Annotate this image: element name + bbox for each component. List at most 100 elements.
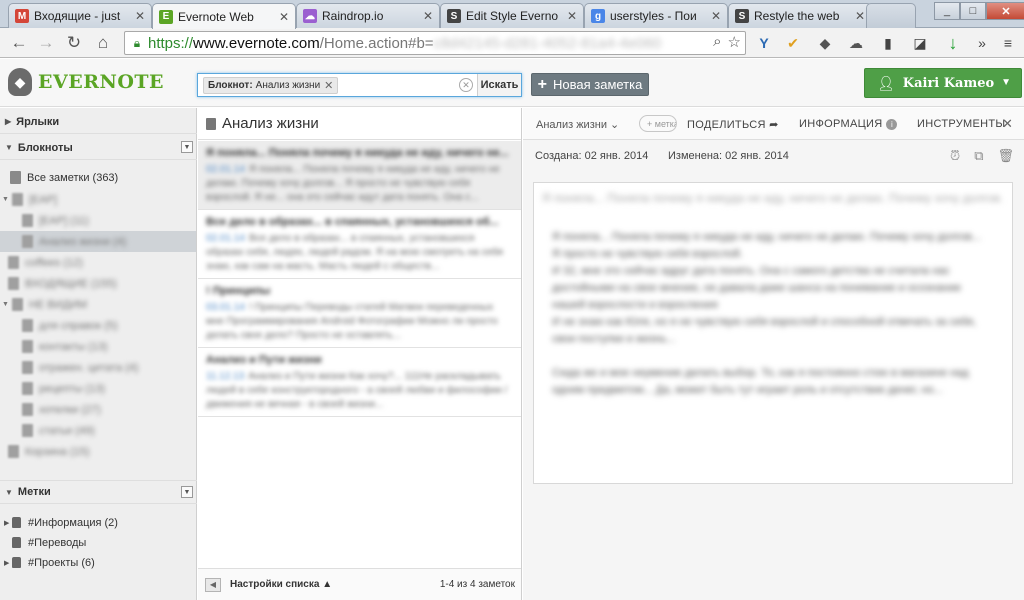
browser-tab[interactable]: M Входящие - just ✕ xyxy=(8,3,152,28)
tab-label: Restyle the web xyxy=(754,9,840,23)
sidebar-item-notebook[interactable]: ВХОДЯЩИЕ (155) xyxy=(0,273,196,294)
close-tab-icon[interactable]: ✕ xyxy=(423,9,433,23)
zoom-icon[interactable]: ⌕ xyxy=(713,33,721,51)
note-notebook-selector[interactable]: Анализ жизни ⌄ xyxy=(536,118,619,131)
modified-date: Изменена: 02 янв. 2014 xyxy=(668,150,789,162)
close-tab-icon[interactable]: ✕ xyxy=(135,9,145,23)
list-settings-button[interactable]: Настройки списка ▲ xyxy=(230,579,332,590)
sidebar-item-notebook[interactable]: Корзина (15) xyxy=(0,441,196,462)
sidebar-item-notebook[interactable]: отражен. цитата (4) xyxy=(0,357,196,378)
clear-search-icon[interactable]: ✕ xyxy=(459,78,473,92)
note-view: Анализ жизни ⌄ + метка ПОДЕЛИТЬСЯ ➦ ИНФО… xyxy=(523,108,1024,600)
collapse-list-icon[interactable]: ◀ xyxy=(205,577,221,592)
trash-icon[interactable]: 🗑︎ xyxy=(997,148,1014,164)
sidebar-item-notebook[interactable]: ▼ НЕ ВИДИМ xyxy=(0,294,196,315)
sidebar-item-notebook[interactable]: для справок (5) xyxy=(0,315,196,336)
close-tab-icon[interactable]: ✕ xyxy=(279,10,289,24)
sidebar: ▶ Ярлыки ▼ Блокноты ▼ Все заметки (363) … xyxy=(0,108,197,600)
sidebar-section-notebooks[interactable]: ▼ Блокноты ▼ xyxy=(0,136,197,160)
note-card[interactable]: ! Принципы 03.01.14! Принципы Переводы ст… xyxy=(198,279,521,348)
remove-chip-icon[interactable]: ✕ xyxy=(324,79,333,92)
sidebar-item-tag[interactable]: #Переводы xyxy=(0,532,196,553)
note-meta: Создана: 02 янв. 2014 Изменена: 02 янв. … xyxy=(523,141,1024,171)
notebook-icon xyxy=(22,361,33,374)
new-tab-button[interactable] xyxy=(866,3,916,28)
note-editor[interactable]: Я поняла... Поняла почему я никуда не ид… xyxy=(533,182,1013,484)
note-body[interactable]: Я поняла... Поняла почему я никуда не ид… xyxy=(552,229,992,399)
tools-button[interactable]: ИНСТРУМЕНТЫ xyxy=(917,118,1005,130)
chevron-down-icon: ▼ xyxy=(1001,77,1011,88)
minimize-icon[interactable]: _ xyxy=(934,2,960,20)
note-title-field[interactable]: Я поняла... Поняла почему я никуда не ид… xyxy=(542,191,1002,205)
sidebar-item-notebook[interactable]: рецепты (13) xyxy=(0,378,196,399)
sidebar-item-label: coffees (12) xyxy=(25,256,83,269)
share-button[interactable]: ПОДЕЛИТЬСЯ ➦ xyxy=(687,118,779,131)
browser-tab[interactable]: S Restyle the web ✕ xyxy=(728,3,872,28)
evernote-clipper-icon[interactable]: ◆ xyxy=(815,33,835,53)
sidebar-item-notebook[interactable]: статьи (49) xyxy=(0,420,196,441)
cloud-upload-icon[interactable]: ☁ xyxy=(846,33,866,53)
close-icon[interactable]: ✕ xyxy=(1002,116,1013,132)
notebook-icon xyxy=(22,214,33,227)
user-account-button[interactable]: 👤︎ Kairi Kameo ▼ xyxy=(864,68,1022,98)
present-icon[interactable]: ⧉ xyxy=(974,148,983,164)
maximize-icon[interactable]: □ xyxy=(960,2,986,20)
note-card[interactable]: Все дело в образах... в спаянных, устано… xyxy=(198,210,521,279)
browser-tab[interactable]: E Evernote Web ✕ xyxy=(152,3,296,29)
close-tab-icon[interactable]: ✕ xyxy=(711,9,721,23)
notebooks-menu-icon[interactable]: ▼ xyxy=(181,141,193,153)
sidebar-item-label: [EAP] (11) xyxy=(39,214,89,227)
sidebar-item-label: Корзина (15) xyxy=(25,445,90,458)
sidebar-item-notebook[interactable]: Анализ жизни (4) xyxy=(0,231,196,252)
close-tab-icon[interactable]: ✕ xyxy=(855,9,865,23)
todo-extension-icon[interactable]: ✔ xyxy=(783,33,803,53)
sidebar-item-all-notes[interactable]: Все заметки (363) xyxy=(0,167,196,188)
note-card[interactable]: Анализ и Пути жизни 11.12.13 Анализ и Пути… xyxy=(198,348,521,417)
back-icon[interactable]: ← xyxy=(8,32,30,54)
new-note-button[interactable]: + Новая заметка xyxy=(531,73,649,96)
bookmark-star-icon[interactable]: ☆ xyxy=(728,33,741,51)
sidebar-item-tag[interactable]: ▶ #Проекты (6) xyxy=(0,552,196,573)
browser-tab[interactable]: S Edit Style Everno ✕ xyxy=(440,3,584,28)
search-input[interactable]: Блокнот: Анализ жизни ✕ ✕ Искать xyxy=(197,73,522,97)
note-card[interactable]: Я поняла... Поняла почему я никуда не ид… xyxy=(198,141,521,210)
note-count: 1-4 из 4 заметок xyxy=(439,579,515,590)
sidebar-item-notebook[interactable]: ▼ [EAP] xyxy=(0,189,196,210)
bookmark-icon[interactable]: ▮ xyxy=(878,33,898,53)
user-icon: 👤︎ xyxy=(877,74,895,91)
url-host: www.evernote.com xyxy=(193,34,320,52)
sidebar-section-shortcuts[interactable]: ▶ Ярлыки xyxy=(0,110,197,134)
download-icon[interactable]: ↓ xyxy=(943,33,963,53)
sidebar-item-notebook[interactable]: контакты (13) xyxy=(0,336,196,357)
sidebar-section-tags[interactable]: ▼ Метки ▼ xyxy=(0,480,197,504)
address-bar[interactable]: 🔒︎ https://www.evernote.com/Home.action#… xyxy=(124,31,746,55)
home-icon[interactable]: ⌂ xyxy=(92,32,114,54)
close-tab-icon[interactable]: ✕ xyxy=(567,9,577,23)
info-button[interactable]: ИНФОРМАЦИЯ i xyxy=(799,118,898,130)
search-button[interactable]: Искать xyxy=(477,74,521,96)
forward-icon[interactable]: → xyxy=(35,32,57,54)
evernote-logo[interactable]: ◆ EVERNOTE xyxy=(8,68,164,96)
notebook-icon xyxy=(22,340,33,353)
sidebar-item-notebook[interactable]: хотелки (27) xyxy=(0,399,196,420)
sidebar-item-tag[interactable]: ▶ #Информация (2) xyxy=(0,512,196,533)
tags-menu-icon[interactable]: ▼ xyxy=(181,486,193,498)
notebook-filter-chip[interactable]: Блокнот: Анализ жизни ✕ xyxy=(203,76,339,94)
url-hidden-part: c8d42145-d281-4052-81a4-4e060 xyxy=(433,34,662,52)
sidebar-item-notebook[interactable]: [EAP] (11) xyxy=(0,210,196,231)
reload-icon[interactable]: ↻ xyxy=(63,32,85,54)
sidebar-item-notebook[interactable]: coffees (12) xyxy=(0,252,196,273)
sidebar-item-label: Все заметки (363) xyxy=(27,171,119,184)
more-extensions-icon[interactable]: » xyxy=(972,33,992,53)
browser-tab[interactable]: g userstyles - Пои ✕ xyxy=(584,3,728,28)
share-extension-icon[interactable]: ◪ xyxy=(910,33,930,53)
add-tag-input[interactable]: + метка xyxy=(639,115,677,132)
menu-icon[interactable]: ≡ xyxy=(998,33,1018,53)
note-list-header: Анализ жизни xyxy=(198,108,521,140)
reminder-icon[interactable]: ⏰︎ xyxy=(950,148,960,164)
chevron-down-icon: ⌄ xyxy=(610,119,620,131)
close-window-icon[interactable]: ✕ xyxy=(986,2,1024,20)
yandex-extension-icon[interactable]: Y xyxy=(754,33,774,53)
browser-tab[interactable]: ☁ Raindrop.io ✕ xyxy=(296,3,440,28)
section-label: Метки xyxy=(17,486,51,498)
